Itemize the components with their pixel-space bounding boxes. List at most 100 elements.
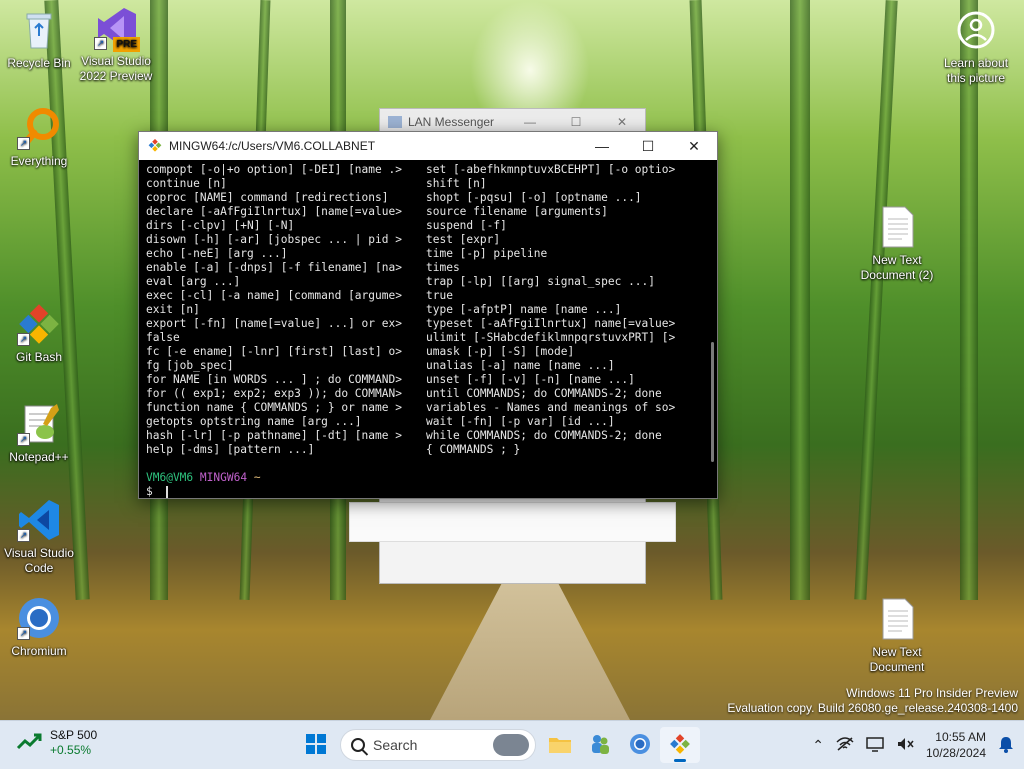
help-line: for NAME [in WORDS ... ] ; do COMMAND> [146,373,402,386]
desktop-icon-recycle-bin[interactable]: Recycle Bin [1,8,77,71]
desktop-icon-notepad-plus-plus[interactable]: ↗ Notepad++ [1,402,77,465]
shortcut-arrow-icon: ↗ [17,529,30,542]
network-offline-icon[interactable] [836,736,854,755]
help-line: true [426,289,453,302]
help-line: false [146,331,180,344]
desktop-icon-visual-studio-2022-preview[interactable]: PRE ↗ Visual Studio 2022 Preview [78,6,154,84]
desktop-icon-label-line2: Document [869,660,925,674]
desktop-icon-learn-about-picture[interactable]: Learn about this picture [936,8,1016,86]
desktop-icon-label: Everything [10,154,68,168]
desktop-icon-label: Chromium [11,644,67,658]
watermark-line1: Windows 11 Pro Insider Preview [846,686,1018,700]
terminal-maximize-button[interactable]: ☐ [625,132,671,160]
help-line: declare [-aAfFgiIlnrtux] [name[=value> [146,205,402,218]
input-line[interactable]: $ [146,485,707,499]
desktop-icon-label-line2: 2022 Preview [79,69,153,83]
help-line: echo [-neE] [arg ...] [146,247,288,260]
desktop-icon-visual-studio-code[interactable]: ↗ Visual Studio Code [1,498,77,576]
stock-widget[interactable]: S&P 500 +0.55% [16,728,97,758]
lan-maximize-button[interactable]: ☐ [553,115,599,129]
start-button[interactable] [296,727,336,763]
help-line: test [expr] [426,233,501,246]
help-line: enable [-a] [-dnps] [-f filename] [na> [146,261,402,274]
help-line: until COMMANDS; do COMMANDS-2; done [426,387,662,400]
shortcut-arrow-icon: ↗ [17,137,30,150]
help-line: set [-abefhkmnptuvxBCEHPT] [-o optio> [426,163,676,176]
desktop-icon-label: Recycle Bin [7,56,71,70]
shortcut-arrow-icon: ↗ [17,433,30,446]
notepad-plus-plus-icon: ↗ [17,402,61,446]
lan-minimize-button[interactable]: — [507,115,553,129]
text-document-icon [875,205,919,249]
volume-muted-icon[interactable] [896,736,914,755]
help-column-right: set [-abefhkmnptuvxBCEHPT] [-o optio> shi… [426,163,706,457]
shortcut-arrow-icon: ↗ [94,37,107,50]
desktop-icon-new-text-document-2[interactable]: New Text Document (2) [858,205,936,283]
system-tray: ⌃ 10:55 AM 10/28/2024 [812,727,1014,763]
display-icon[interactable] [866,736,884,755]
desktop-icon-git-bash[interactable]: ↗ Git Bash [1,302,77,365]
folder-icon [548,734,572,757]
search-icon [351,738,365,752]
desktop-icon-label: New Text [872,645,922,659]
taskbar-search-box[interactable]: Search [340,729,536,761]
help-line: export [-fn] [name[=value] ...] or ex> [146,317,402,330]
chromium-icon [629,733,651,758]
help-line: time [-p] pipeline [426,247,548,260]
people-icon [589,733,611,758]
chromium-taskbar-button[interactable] [620,727,660,763]
shortcut-arrow-icon: ↗ [17,627,30,640]
desktop-icon-everything[interactable]: ↗ Everything [1,106,77,169]
help-line: source filename [arguments] [426,205,608,218]
stock-trend-icon [16,732,42,755]
help-line: hash [-lr] [-p pathname] [-dt] [name > [146,429,402,442]
everything-search-icon: ↗ [17,106,61,150]
help-line: typeset [-aAfFgiIlnrtux] name[=value> [426,317,676,330]
notification-bell-icon[interactable] [998,735,1014,756]
help-line: for (( exp1; exp2; exp3 )); do COMMAN> [146,387,402,400]
help-line: ulimit [-SHabcdefiklmnpqrstuvxPRT] [> [426,331,676,344]
desktop-icon-label: Git Bash [15,350,63,364]
stock-name: S&P 500 [50,728,98,742]
desktop-icon-label-line2: Code [24,561,54,575]
help-line: fc [-e ename] [-lnr] [first] [last] o> [146,345,402,358]
terminal-title: MINGW64:/c/Users/VM6.COLLABNET [169,139,376,153]
help-line: unset [-f] [-v] [-n] [name ...] [426,373,635,386]
preview-badge: PRE [113,37,140,52]
terminal-close-button[interactable]: ✕ [671,132,717,160]
clock[interactable]: 10:55 AM 10/28/2024 [926,729,986,761]
help-line: disown [-h] [-ar] [jobspec ... | pid > [146,233,402,246]
terminal-titlebar[interactable]: MINGW64:/c/Users/VM6.COLLABNET — ☐ ✕ [139,132,717,160]
lan-close-button[interactable]: ✕ [599,115,645,129]
taskbar: S&P 500 +0.55% Search ⌃ 10:55 AM 10/28/2… [0,720,1024,769]
terminal-output[interactable]: compopt [-o|+o option] [-DEI] [name .> co… [139,160,707,498]
help-line: function name { COMMANDS ; } or name > [146,401,402,414]
terminal-scrollbar[interactable] [711,342,714,462]
vscode-icon: ↗ [17,498,61,542]
lan-messenger-icon [388,116,402,128]
lan-messenger-taskbar-button[interactable] [580,727,620,763]
mingw64-terminal-window[interactable]: MINGW64:/c/Users/VM6.COLLABNET — ☐ ✕ com… [138,131,718,499]
text-cursor [165,486,168,498]
help-line: exec [-cl] [-a name] [command [argume> [146,289,402,302]
help-line: help [-dms] [pattern ...] [146,443,315,456]
help-line: while COMMANDS; do COMMANDS-2; done [426,429,662,442]
prompt-line: VM6@VM6 MINGW64 ~ [146,471,707,485]
clock-date: 10/28/2024 [925,746,986,760]
help-line: shift [n] [426,177,487,190]
terminal-minimize-button[interactable]: — [579,132,625,160]
help-line: exit [n] [146,303,200,316]
git-bash-icon [147,138,163,153]
chevron-up-icon[interactable]: ⌃ [812,737,824,754]
search-placeholder: Search [373,737,418,753]
help-line: variables - Names and meanings of so> [426,401,676,414]
help-line: suspend [-f] [426,219,507,232]
git-bash-taskbar-button[interactable] [660,727,700,763]
help-line: coproc [NAME] command [redirections] [146,191,389,204]
desktop-icon-chromium[interactable]: ↗ Chromium [1,596,77,659]
help-line: getopts optstring name [arg ...] [146,415,362,428]
help-line: wait [-fn] [-p var] [id ...] [426,415,615,428]
clock-time: 10:55 AM [935,730,986,744]
desktop-icon-new-text-document[interactable]: New Text Document [858,597,936,675]
file-explorer-button[interactable] [540,727,580,763]
